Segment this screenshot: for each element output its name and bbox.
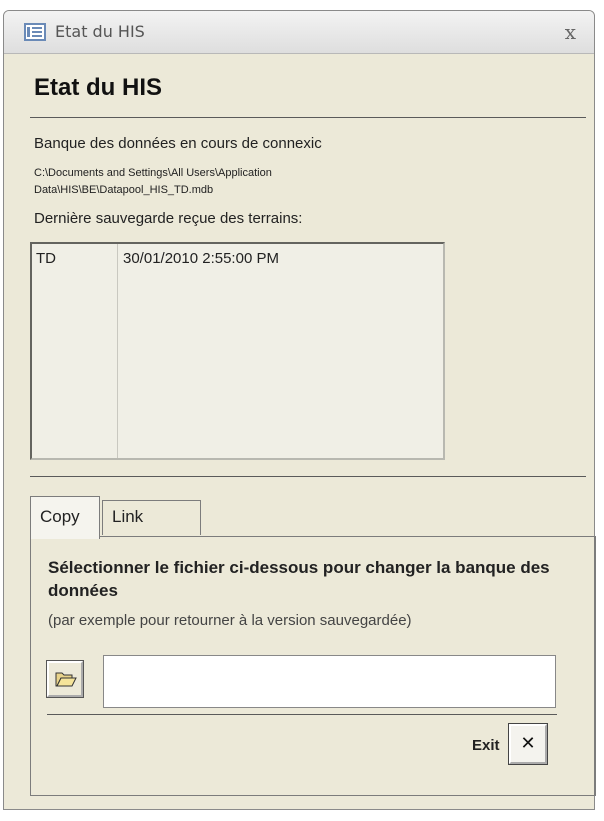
- header-divider: [30, 117, 586, 118]
- folder-open-icon: [55, 672, 77, 687]
- copy-subtext: (par exemple pour retourner à la version…: [48, 612, 412, 629]
- column-separator: [117, 244, 118, 458]
- backup-date: 30/01/2010 2:55:00 PM: [123, 250, 279, 267]
- last-backup-label: Dernière sauvegarde reçue des terrains:: [34, 210, 303, 227]
- exit-button[interactable]: ✕: [508, 723, 548, 765]
- tab-copy[interactable]: Copy: [30, 496, 100, 539]
- file-path-input[interactable]: [103, 655, 556, 708]
- page-title: Etat du HIS: [34, 74, 163, 101]
- terrain-code: TD: [36, 250, 56, 267]
- section-divider: [30, 476, 586, 477]
- form-icon: [24, 23, 46, 41]
- tab-link[interactable]: Link: [102, 500, 201, 535]
- close-icon[interactable]: x: [565, 20, 576, 44]
- backup-listbox[interactable]: TD 30/01/2010 2:55:00 PM: [30, 242, 445, 460]
- title-bar: Etat du HIS x: [4, 11, 594, 54]
- exit-label: Exit: [472, 737, 500, 754]
- database-path: C:\Documents and Settings\All Users\Appl…: [34, 167, 272, 196]
- browse-folder-button[interactable]: [46, 660, 84, 698]
- window-title: Etat du HIS: [55, 22, 145, 41]
- list-item[interactable]: TD 30/01/2010 2:55:00 PM: [32, 244, 443, 268]
- connection-label: Banque des données en cours de connexic: [34, 135, 322, 152]
- panel-divider: [47, 714, 557, 715]
- copy-heading: Sélectionner le fichier ci-dessous pour …: [48, 558, 550, 600]
